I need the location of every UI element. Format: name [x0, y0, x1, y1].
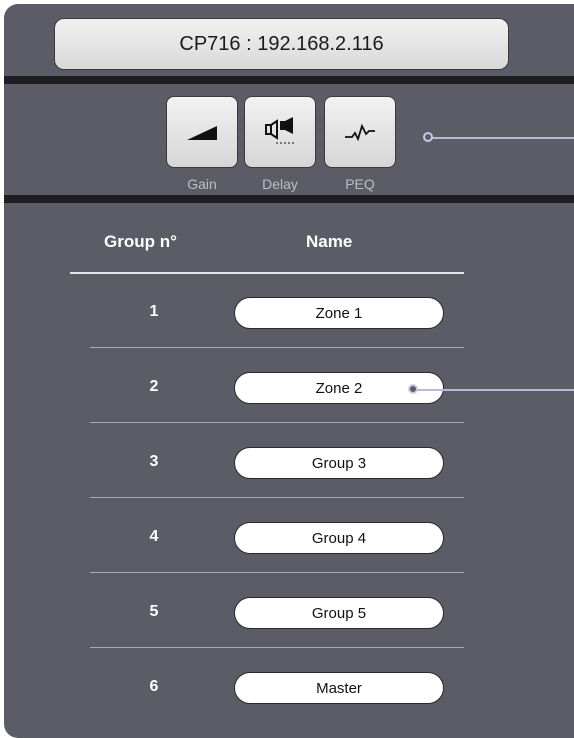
- device-panel: CP716 : 192.168.2.116 Gain Delay PEQ Gro…: [4, 4, 574, 738]
- group-row-1: 1 Zone 1: [70, 297, 464, 378]
- group-name-field[interactable]: Master: [234, 672, 444, 704]
- delay-label: Delay: [262, 176, 298, 192]
- group-number-header: Group n°: [104, 232, 177, 251]
- group-name-field[interactable]: Zone 1: [234, 297, 444, 329]
- group-row-3: 3 Group 3: [70, 447, 464, 528]
- group-number: 3: [149, 453, 159, 470]
- gain-label: Gain: [187, 176, 217, 192]
- device-title: CP716 : 192.168.2.116: [179, 32, 384, 55]
- name-header: Name: [306, 232, 353, 251]
- row-connector-line: [417, 389, 574, 391]
- gain-ramp-icon: [187, 126, 217, 140]
- header-divider: [70, 272, 464, 274]
- group-number: 6: [149, 678, 159, 695]
- row-divider: [90, 347, 464, 348]
- delay-speakers-icon: [265, 117, 294, 144]
- group-name-field[interactable]: Group 4: [234, 522, 444, 554]
- gain-button[interactable]: [166, 96, 238, 168]
- group-number: 4: [149, 528, 159, 545]
- group-number: 2: [149, 378, 159, 395]
- group-row-6: 6 Master: [70, 672, 464, 738]
- peq-button[interactable]: [324, 96, 396, 168]
- divider-top: [4, 76, 574, 84]
- group-row-5: 5 Group 5: [70, 597, 464, 678]
- delay-button[interactable]: [244, 96, 316, 168]
- row-divider: [90, 647, 464, 648]
- toolbar-connector-line: [432, 137, 574, 139]
- row-divider: [90, 497, 464, 498]
- group-name-field[interactable]: Group 5: [234, 597, 444, 629]
- divider-bottom: [4, 195, 574, 203]
- group-name-field[interactable]: Group 3: [234, 447, 444, 479]
- peq-curve-icon: [345, 123, 375, 142]
- peq-label: PEQ: [345, 176, 375, 192]
- device-title-button[interactable]: CP716 : 192.168.2.116: [54, 18, 509, 70]
- group-row-4: 4 Group 4: [70, 522, 464, 603]
- row-divider: [90, 572, 464, 573]
- group-number: 1: [149, 303, 159, 320]
- group-number: 5: [149, 603, 159, 620]
- group-row-2: 2 Zone 2: [70, 372, 464, 453]
- row-divider: [90, 422, 464, 423]
